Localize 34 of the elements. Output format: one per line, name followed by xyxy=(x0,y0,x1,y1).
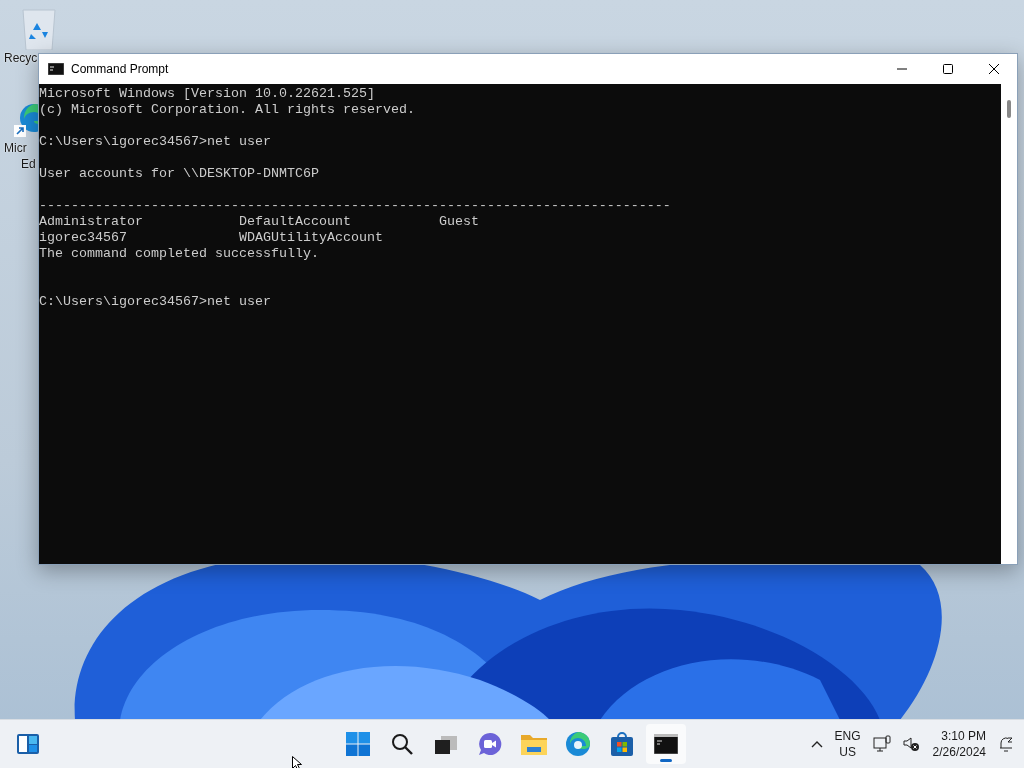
console-line: The command completed successfully. xyxy=(39,246,319,261)
language-indicator[interactable]: ENG US xyxy=(834,728,861,760)
chat-icon[interactable] xyxy=(478,732,502,756)
mouse-cursor-icon xyxy=(292,756,302,768)
volume-muted-icon[interactable] xyxy=(902,735,921,753)
store-icon[interactable] xyxy=(610,732,634,756)
console-line: User accounts for \\DESKTOP-DNMTC6P xyxy=(39,166,319,181)
network-icon[interactable] xyxy=(872,735,891,753)
desktop-icon-label: Micr xyxy=(4,140,27,156)
close-icon xyxy=(988,63,1000,75)
desktop-icon-label: Recyc xyxy=(4,50,38,66)
console-app-icon xyxy=(48,63,64,75)
console-line: C:\Users\igorec34567>net user xyxy=(39,134,271,149)
console-line: C:\Users\igorec34567>net user xyxy=(39,294,271,309)
console-line: (c) Microsoft Corporation. All rights reserved. xyxy=(39,102,415,117)
maximize-icon xyxy=(942,63,954,75)
console-line: igorec34567 WDAGUtilityAccount xyxy=(39,230,383,245)
window-title: Command Prompt xyxy=(71,62,170,76)
widgets-icon[interactable] xyxy=(16,733,40,755)
console-line: Microsoft Windows [Version 10.0.22621.525] xyxy=(39,86,375,101)
task-view-icon[interactable] xyxy=(435,734,457,754)
desktop-icon-label: Ed xyxy=(21,156,36,172)
recycle-bin-icon[interactable] xyxy=(21,8,57,50)
folder-icon[interactable] xyxy=(521,733,547,755)
chevron-up-icon[interactable] xyxy=(810,740,823,748)
start-icon[interactable] xyxy=(346,732,370,756)
console-line: ------------------------------------------------------------------------------- xyxy=(39,198,671,213)
browser-icon[interactable] xyxy=(566,732,590,756)
console-line: Administrator DefaultAccount Guest xyxy=(39,214,479,229)
scrollbar[interactable] xyxy=(1001,84,1017,564)
search-icon[interactable] xyxy=(391,733,413,755)
clock[interactable]: 3:10 PM 2/26/2024 xyxy=(932,728,986,760)
terminal-icon[interactable] xyxy=(654,734,678,754)
notification-bell-icon[interactable] xyxy=(998,735,1014,753)
